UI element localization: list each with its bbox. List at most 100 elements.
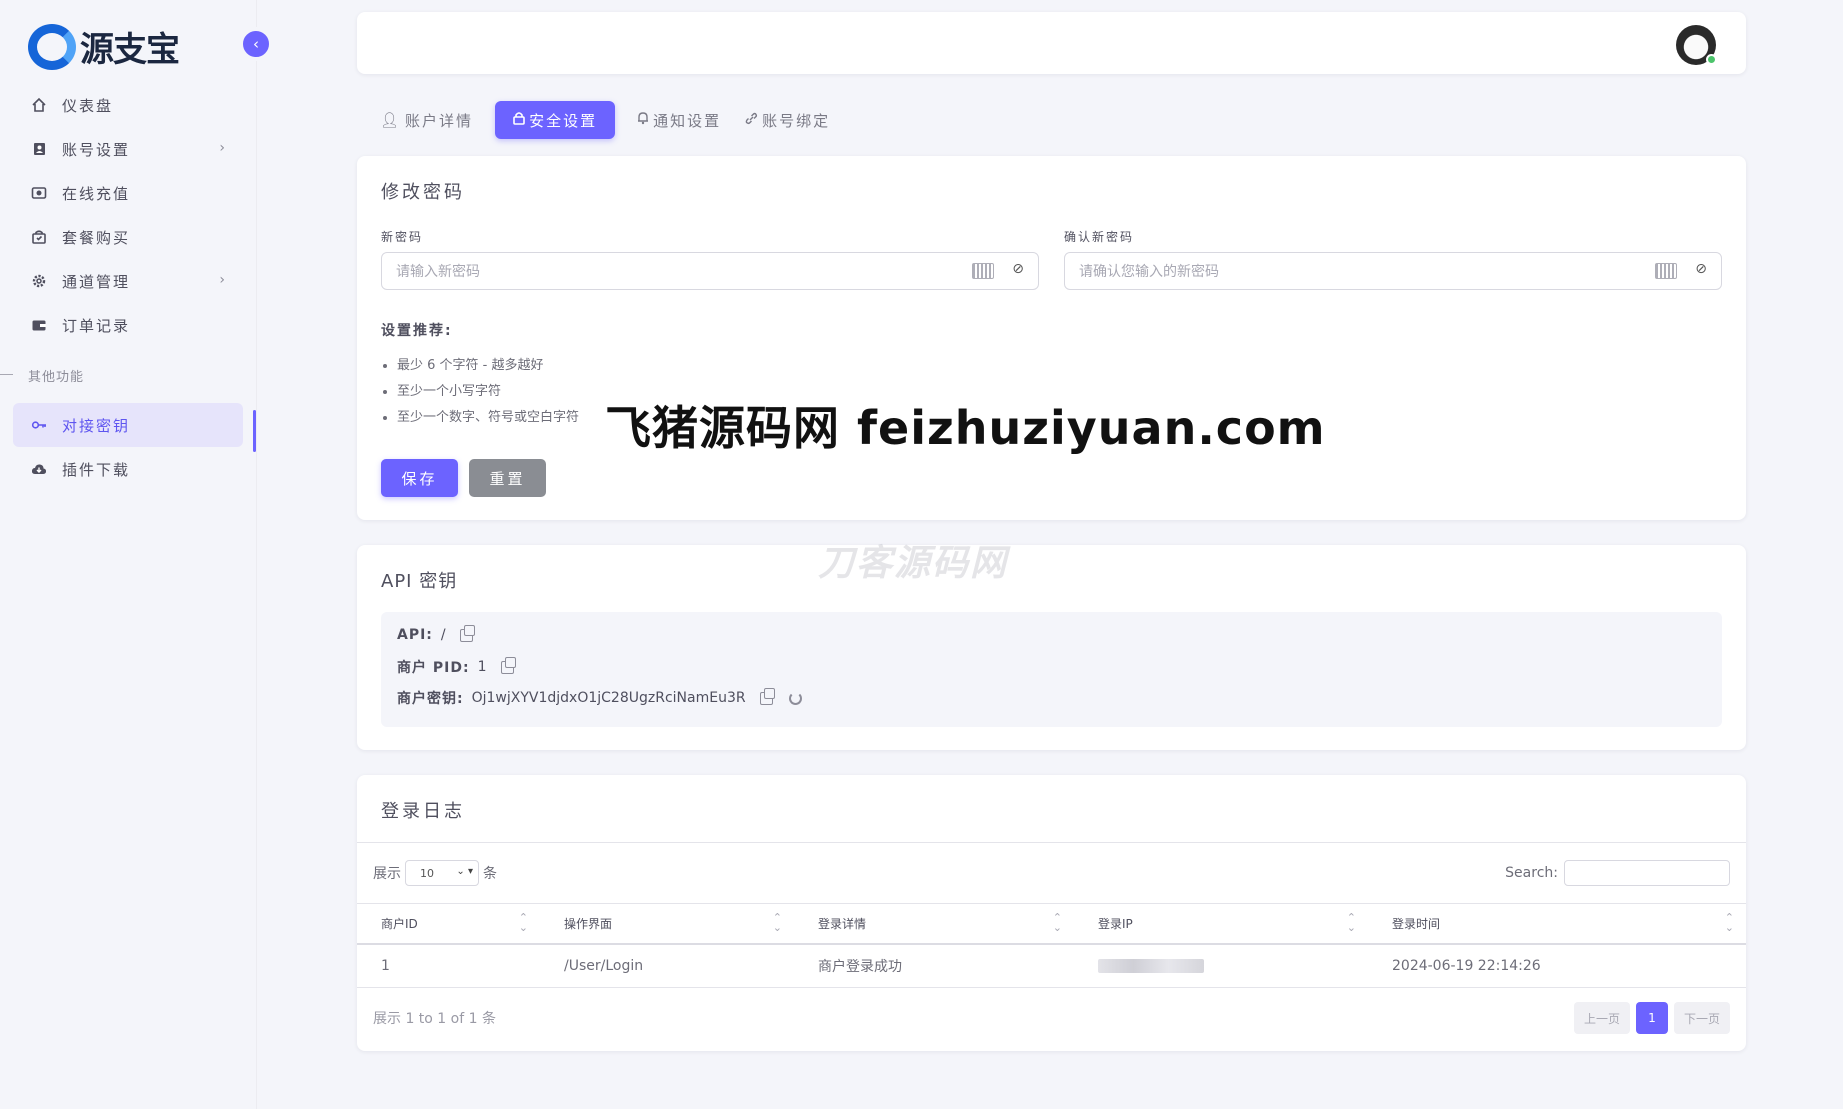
merchant-key-value: Oj1wjXYV1djdxO1jC28UgzRciNamEu3R xyxy=(471,690,746,706)
password-tip: 最少 6 个字符 - 越多越好 xyxy=(397,356,579,382)
reset-button[interactable]: 重置 xyxy=(469,459,546,497)
password-tips-list: 最少 6 个字符 - 越多越好 至少一个小写字符 至少一个数字、符号或空白字符 xyxy=(397,356,579,434)
cell-merchant-id: 1 xyxy=(357,943,540,988)
column-label: 登录IP xyxy=(1098,916,1133,931)
sidebar-item-label: 通道管理 xyxy=(62,272,131,291)
chevron-down-icon: ⌄ ▾ xyxy=(456,866,473,877)
watermark-main: 飞猪源码网 feizhuziyuan.com xyxy=(605,401,1326,455)
table-info: 展示 1 to 1 of 1 条 xyxy=(373,1011,496,1027)
login-log-table: 商户ID ⌃ ⌄ 操作界面 ⌃ ⌄ 登录详情 ⌃ ⌄ 登录IP ⌃ ⌄ 登录时间 ⌃ ⌄ 1 /Us… xyxy=(357,903,1746,988)
column-header[interactable]: 商户ID ⌃ ⌄ xyxy=(357,903,540,945)
copy-icon[interactable] xyxy=(500,656,516,674)
wallet-icon xyxy=(30,316,48,334)
user-icon: 👤︎ xyxy=(380,111,402,129)
sidebar-item-label: 插件下载 xyxy=(62,460,131,479)
sort-icon: ⌃ ⌄ xyxy=(1346,911,1356,934)
password-tips-title: 设置推荐: xyxy=(381,323,453,339)
keyboard-icon[interactable] xyxy=(972,263,994,279)
refresh-icon[interactable] xyxy=(788,691,802,705)
sidebar-nav: 仪表盘 账号设置 › 在线充值 套餐购买 通道管理 › 订单记录 其他功能 对接… xyxy=(0,83,257,491)
copy-icon[interactable] xyxy=(759,687,775,705)
settings-tabs: 👤︎ 账户详情 安全设置 通知设置 账号绑定 xyxy=(378,101,832,139)
input-placeholder: 请确认您输入的新密码 xyxy=(1079,264,1219,280)
tab-security-settings[interactable]: 安全设置 xyxy=(495,101,616,139)
sort-icon: ⌃ ⌄ xyxy=(1052,911,1062,934)
api-label: API: xyxy=(397,627,433,643)
tab-notification-settings[interactable]: 通知设置 xyxy=(635,101,723,139)
sidebar-item-packages[interactable]: 套餐购买 xyxy=(0,215,257,259)
eye-off-icon[interactable]: ⊘ xyxy=(1695,261,1707,277)
pid-value: 1 xyxy=(477,659,487,675)
page-size-value: 10 xyxy=(420,866,434,880)
search-input[interactable] xyxy=(1564,860,1730,886)
sidebar-item-label: 套餐购买 xyxy=(62,228,131,247)
link-icon xyxy=(745,111,758,129)
tab-label: 通知设置 xyxy=(653,111,722,130)
online-status-dot xyxy=(1706,54,1717,65)
prev-page-button[interactable]: 上一页 xyxy=(1573,1002,1630,1034)
collapse-sidebar-button[interactable]: ‹ xyxy=(239,27,273,61)
sidebar-item-orders[interactable]: 订单记录 xyxy=(0,303,257,347)
column-label: 登录时间 xyxy=(1392,916,1441,931)
avatar[interactable] xyxy=(1676,25,1717,65)
logo-mark-icon xyxy=(28,23,76,70)
sort-icon: ⌃ ⌄ xyxy=(1724,911,1734,934)
column-header[interactable]: 操作界面 ⌃ ⌄ xyxy=(540,903,794,945)
table-row: 1 /User/Login 商户登录成功 2024-06-19 22:14:26 xyxy=(357,943,1746,988)
key-icon xyxy=(30,416,48,434)
new-password-input[interactable]: 请输入新密码 ⊘ xyxy=(381,252,1039,290)
home-icon xyxy=(30,96,48,114)
sidebar-item-label: 订单记录 xyxy=(62,316,131,335)
shopping-bag-icon xyxy=(30,228,48,246)
logo-text: 源支宝 xyxy=(80,30,180,70)
top-bar xyxy=(357,12,1746,74)
column-header[interactable]: 登录详情 ⌃ ⌄ xyxy=(794,903,1074,945)
page-button[interactable]: 1 xyxy=(1635,1002,1668,1034)
gear-icon xyxy=(30,272,48,290)
tab-account-binding[interactable]: 账号绑定 xyxy=(743,101,832,139)
change-password-title: 修改密码 xyxy=(381,182,465,203)
show-suffix: 条 xyxy=(483,866,497,882)
page-size-control: 展示 10 ⌄ ▾ 条 xyxy=(373,860,497,886)
save-button[interactable]: 保存 xyxy=(381,459,458,497)
sidebar-item-plugin-download[interactable]: 插件下载 xyxy=(0,447,257,491)
next-page-button[interactable]: 下一页 xyxy=(1673,1002,1730,1034)
cell-time: 2024-06-19 22:14:26 xyxy=(1368,943,1746,988)
search-label: Search: xyxy=(1505,865,1558,881)
tab-account-details[interactable]: 👤︎ 账户详情 xyxy=(378,101,475,139)
page-size-select[interactable]: 10 ⌄ ▾ xyxy=(405,860,479,886)
cell-page: /User/Login xyxy=(540,943,794,988)
sidebar-item-account-settings[interactable]: 账号设置 › xyxy=(0,127,257,171)
confirm-password-input[interactable]: 请确认您输入的新密码 ⊘ xyxy=(1064,252,1722,290)
sidebar-item-channels[interactable]: 通道管理 › xyxy=(0,259,257,303)
confirm-password-label: 确认新密码 xyxy=(1064,230,1135,244)
sidebar-item-api-keys[interactable]: 对接密钥 xyxy=(13,403,243,447)
chevron-right-icon: › xyxy=(219,272,227,288)
table-header-row: 商户ID ⌃ ⌄ 操作界面 ⌃ ⌄ 登录详情 ⌃ ⌄ 登录IP ⌃ ⌄ 登录时间 ⌃ ⌄ xyxy=(357,903,1746,945)
sidebar-item-recharge[interactable]: 在线充值 xyxy=(0,171,257,215)
sidebar-item-label: 账号设置 xyxy=(62,140,131,159)
tab-label: 账号绑定 xyxy=(762,111,831,130)
keyboard-icon[interactable] xyxy=(1655,263,1677,279)
sidebar-item-label: 仪表盘 xyxy=(62,96,114,115)
login-log-header: 登录日志 xyxy=(357,775,1746,843)
camera-icon xyxy=(30,184,48,202)
ip-redacted xyxy=(1098,958,1204,973)
bell-icon xyxy=(637,111,649,129)
api-info-box: API: / 商户 PID: 1 商户密钥: Oj1wjXYV1djdxO1jC… xyxy=(381,612,1722,727)
cell-detail: 商户登录成功 xyxy=(794,943,1074,988)
copy-icon[interactable] xyxy=(459,624,475,642)
login-log-card: 登录日志 展示 10 ⌄ ▾ 条 Search: 商户ID ⌃ ⌄ 操作界面 ⌃ ⌄ 登… xyxy=(357,775,1746,1051)
merchant-key-label: 商户密钥: xyxy=(397,691,464,707)
logo[interactable]: 源支宝 xyxy=(28,22,180,71)
eye-off-icon[interactable]: ⊘ xyxy=(1012,261,1024,277)
active-indicator xyxy=(253,410,256,452)
sidebar-item-dashboard[interactable]: 仪表盘 xyxy=(0,83,257,127)
user-card-icon xyxy=(30,140,48,158)
column-header[interactable]: 登录IP ⌃ ⌄ xyxy=(1074,903,1368,945)
api-keys-card: API 密钥 API: / 商户 PID: 1 商户密钥: Oj1wjXYV1d… xyxy=(357,545,1746,750)
cloud-download-icon xyxy=(30,460,48,478)
column-header[interactable]: 登录时间 ⌃ ⌄ xyxy=(1368,903,1746,945)
column-label: 操作界面 xyxy=(564,916,613,931)
chevron-right-icon: › xyxy=(219,140,227,156)
